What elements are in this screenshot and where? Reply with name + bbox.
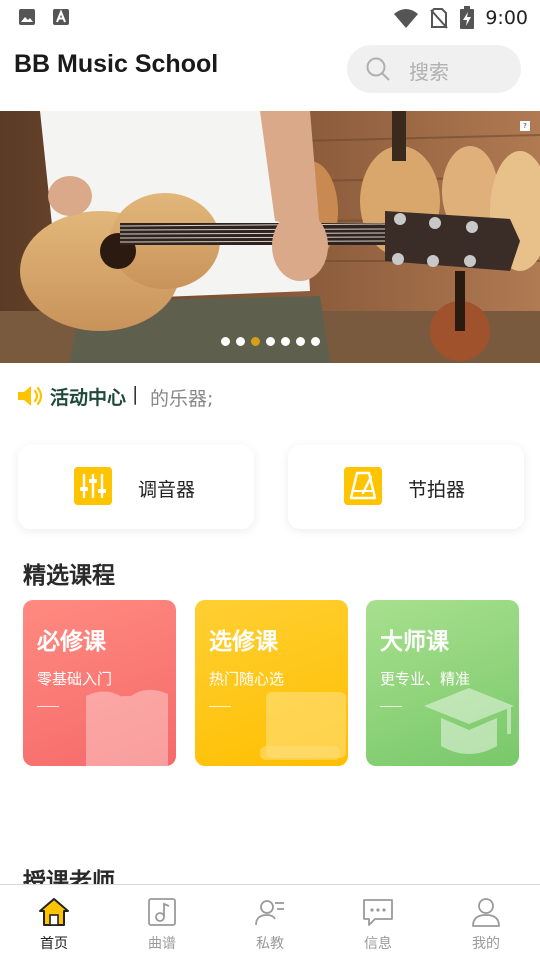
featured-courses-title: 精选课程 xyxy=(23,563,115,589)
tuner-sliders-icon xyxy=(74,467,112,505)
nav-label: 私教 xyxy=(256,936,284,952)
tuner-button[interactable]: 调音器 xyxy=(18,445,254,529)
book-icon xyxy=(86,689,168,766)
course-title: 选修课 xyxy=(209,629,278,655)
nav-label: 曲谱 xyxy=(148,936,176,952)
clock-time: 9:00 xyxy=(485,7,528,29)
app-title: BB Music School xyxy=(14,50,219,78)
notebook-icon xyxy=(260,692,346,760)
metronome-button[interactable]: 节拍器 xyxy=(288,445,524,529)
banner-carousel[interactable]: ? xyxy=(0,111,540,363)
bottom-navigation: 首页 曲谱 私教 信息 我的 xyxy=(0,884,540,960)
nav-item-scores[interactable]: 曲谱 xyxy=(108,885,216,960)
metronome-label: 节拍器 xyxy=(408,479,466,501)
no-sim-icon xyxy=(430,8,449,29)
course-title: 大师课 xyxy=(380,629,449,655)
carousel-dot[interactable] xyxy=(265,337,275,346)
metronome-icon xyxy=(344,467,382,505)
notice-title: 活动中心 xyxy=(50,387,127,409)
guitar-player-photo xyxy=(0,111,540,363)
status-bar: 9:00 xyxy=(0,0,540,36)
nav-label: 我的 xyxy=(472,936,500,952)
nav-item-home[interactable]: 首页 xyxy=(0,885,108,960)
nav-item-messages[interactable]: 信息 xyxy=(324,885,432,960)
graduation-cap-icon xyxy=(424,688,514,754)
notice-text: 的乐器; xyxy=(150,388,214,410)
message-icon xyxy=(363,899,393,926)
nav-label: 信息 xyxy=(364,936,392,952)
search-placeholder: 搜索 xyxy=(409,60,449,84)
course-divider xyxy=(209,706,231,707)
carousel-dot[interactable] xyxy=(235,337,245,346)
profile-icon xyxy=(472,898,500,927)
carousel-dot-active[interactable] xyxy=(250,337,260,346)
image-icon xyxy=(19,9,35,25)
carousel-dot[interactable] xyxy=(295,337,305,346)
search-icon xyxy=(366,57,390,81)
course-title: 必修课 xyxy=(37,629,106,655)
notice-separator: | xyxy=(132,383,139,405)
wifi-icon xyxy=(394,9,419,28)
font-a-icon xyxy=(53,9,69,25)
carousel-dot[interactable] xyxy=(280,337,290,346)
course-card-elective[interactable]: 选修课 热门随心选 xyxy=(195,600,348,766)
tutor-icon xyxy=(255,900,284,926)
speaker-icon xyxy=(18,386,43,406)
nav-item-profile[interactable]: 我的 xyxy=(432,885,540,960)
search-input[interactable]: 搜索 xyxy=(347,45,521,93)
tuner-label: 调音器 xyxy=(138,479,196,501)
battery-charging-icon xyxy=(460,6,475,29)
banner-badge: ? xyxy=(520,121,530,131)
carousel-dot[interactable] xyxy=(310,337,320,346)
activity-notice[interactable]: 活动中心 | 的乐器; xyxy=(0,375,540,419)
course-divider xyxy=(380,706,402,707)
nav-label: 首页 xyxy=(40,936,68,952)
app-header: BB Music School 搜索 xyxy=(0,36,540,110)
course-divider xyxy=(37,706,59,707)
course-card-master[interactable]: 大师课 更专业、精准 xyxy=(366,600,519,766)
carousel-dot[interactable] xyxy=(220,337,230,346)
carousel-indicators[interactable] xyxy=(0,337,540,346)
nav-item-tutor[interactable]: 私教 xyxy=(216,885,324,960)
course-card-required[interactable]: 必修课 零基础入门 xyxy=(23,600,176,766)
home-icon xyxy=(39,898,69,926)
music-score-icon xyxy=(148,898,176,926)
